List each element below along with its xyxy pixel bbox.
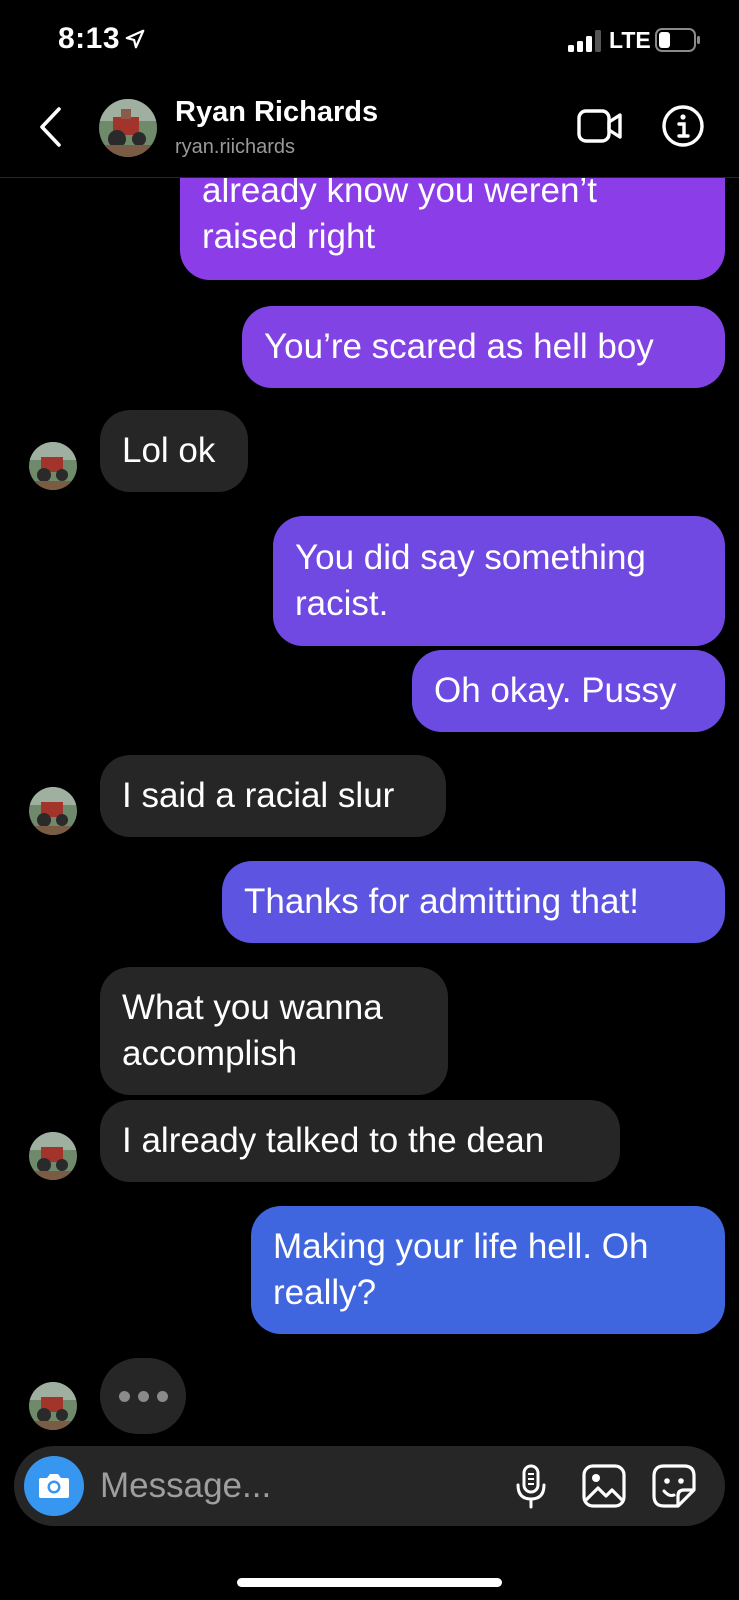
tractor-photo-icon <box>29 1132 77 1180</box>
message-line: You did say something <box>295 538 646 577</box>
camera-button[interactable] <box>24 1456 84 1516</box>
info-icon <box>662 105 704 147</box>
battery-icon <box>655 28 700 52</box>
network-type: LTE <box>609 27 651 53</box>
message-line: You’re scared as hell boy <box>264 327 654 366</box>
incoming-message[interactable]: Lol ok <box>100 410 248 492</box>
sender-avatar[interactable] <box>29 1382 77 1430</box>
incoming-message[interactable]: What you wanna accomplish <box>100 967 448 1095</box>
message-line: racist. <box>295 584 389 623</box>
contact-handle: ryan.riichards <box>175 136 296 158</box>
video-call-icon <box>577 109 622 143</box>
typing-indicator <box>100 1358 186 1434</box>
back-chevron-icon <box>40 107 61 147</box>
info-button[interactable] <box>661 104 705 148</box>
incoming-message[interactable]: I already talked to the dean <box>100 1100 620 1182</box>
clock-time: 8:13 <box>58 22 121 55</box>
outgoing-message[interactable]: You’re scared as hell boy <box>242 306 725 388</box>
outgoing-message[interactable]: Thanks for admitting that! <box>222 861 725 943</box>
sticker-icon <box>652 1464 696 1508</box>
message-line: raised right <box>202 217 376 256</box>
contact-avatar[interactable] <box>99 99 157 157</box>
tractor-photo-icon <box>29 1382 77 1430</box>
message-line: Making your life hell. Oh <box>273 1227 649 1266</box>
message-line: What you wanna <box>122 988 383 1027</box>
video-call-button[interactable] <box>576 104 624 148</box>
outgoing-message[interactable]: Oh okay. Pussy <box>412 650 725 732</box>
chat-header: Ryan Richards ryan.riichards <box>0 82 739 178</box>
message-line: really? <box>273 1273 377 1312</box>
typing-dot <box>118 1390 130 1402</box>
sticker-button[interactable] <box>652 1464 696 1508</box>
tractor-photo-icon <box>29 787 77 835</box>
message-line: I said a racial slur <box>122 776 395 815</box>
back-button[interactable] <box>32 104 68 150</box>
message-input[interactable] <box>100 1460 490 1512</box>
outgoing-message[interactable]: already know you weren’t raised right <box>180 178 725 280</box>
tractor-photo-icon <box>99 99 157 157</box>
contact-name[interactable]: Ryan Richards <box>175 96 378 129</box>
incoming-message[interactable]: I said a racial slur <box>100 755 446 837</box>
signal-bars-icon <box>568 30 601 52</box>
location-arrow-icon <box>125 29 145 49</box>
status-bar: 8:13 LTE <box>0 0 739 82</box>
message-composer <box>14 1446 725 1526</box>
message-line: Thanks for admitting that! <box>244 882 639 921</box>
tractor-photo-icon <box>29 442 77 490</box>
sender-avatar[interactable] <box>29 1132 77 1180</box>
sender-avatar[interactable] <box>29 442 77 490</box>
message-line: I already talked to the dean <box>122 1121 545 1160</box>
voice-message-button[interactable] <box>515 1464 547 1510</box>
outgoing-message[interactable]: Making your life hell. Oh really? <box>251 1206 725 1334</box>
message-line: already know you weren’t <box>202 178 597 210</box>
message-line: Oh okay. Pussy <box>434 671 677 710</box>
message-thread[interactable]: already know you weren’t raised right Yo… <box>0 178 739 1442</box>
home-indicator[interactable] <box>237 1578 502 1587</box>
typing-dot <box>137 1390 149 1402</box>
camera-icon <box>39 1474 69 1498</box>
message-line: accomplish <box>122 1034 298 1073</box>
sender-avatar[interactable] <box>29 787 77 835</box>
typing-dot <box>156 1390 168 1402</box>
gallery-button[interactable] <box>582 1464 626 1508</box>
microphone-icon <box>516 1464 546 1509</box>
message-line: Lol ok <box>122 431 216 470</box>
outgoing-message[interactable]: You did say something racist. <box>273 516 725 646</box>
gallery-icon <box>582 1464 626 1508</box>
